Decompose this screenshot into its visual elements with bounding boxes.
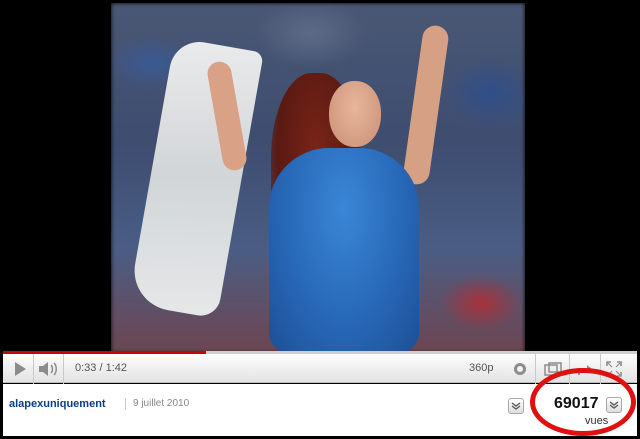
time-display: 0:33 / 1:42 [75,362,127,374]
video-display[interactable] [3,3,637,353]
gear-icon[interactable] [511,360,529,378]
video-player-frame: 0:33 / 1:42 360p alapexuniquement 9 juil… [0,0,640,439]
quality-selector[interactable]: 360p [469,362,493,374]
control-divider [535,354,536,384]
chevron-down-icon [511,402,521,410]
uploader-link[interactable]: alapexuniquement [9,398,106,410]
volume-button[interactable] [36,360,60,378]
play-button[interactable] [9,360,31,378]
video-frame [111,3,525,353]
play-icon [14,362,26,376]
upload-date: 9 juillet 2010 [133,398,190,409]
player-controls: 0:33 / 1:42 360p [3,351,637,384]
more-info-button[interactable] [508,398,524,414]
red-highlight-circle [530,368,636,436]
progress-bar[interactable] [3,351,637,354]
control-divider [33,354,34,384]
info-divider [125,398,126,410]
control-divider [63,354,64,384]
person-head [329,81,381,147]
blue-body-paint [269,148,419,353]
volume-icon [39,362,57,376]
